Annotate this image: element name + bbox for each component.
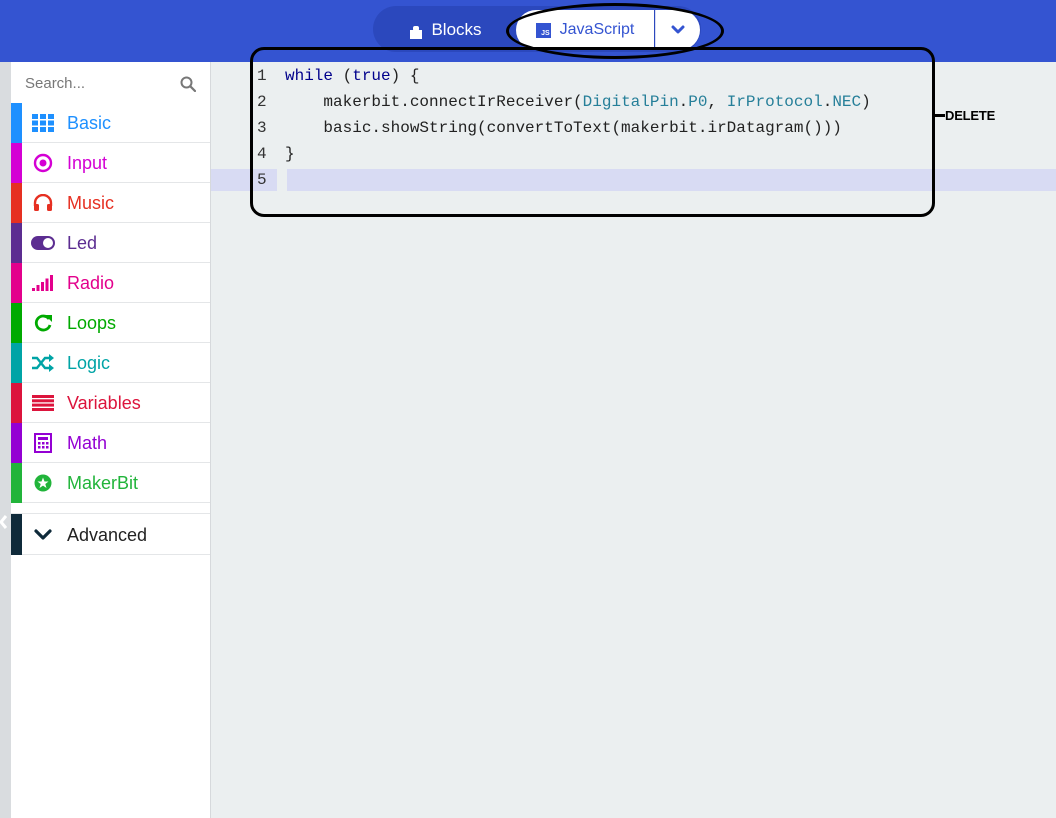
category-radio[interactable]: Radio	[11, 263, 210, 303]
signal-bars-icon	[31, 273, 55, 293]
language-dropdown-button[interactable]	[655, 10, 700, 50]
category-color-bar	[11, 423, 22, 463]
calculator-icon	[31, 433, 55, 453]
category-color-bar	[11, 514, 22, 555]
category-label: Music	[67, 193, 115, 213]
list-lines-icon	[31, 393, 55, 413]
refresh-icon	[31, 313, 55, 333]
category-label: Variables	[67, 393, 141, 413]
code-line-3[interactable]: basic.showString(convertToText(makerbit.…	[285, 115, 841, 141]
javascript-icon: JS	[535, 22, 551, 38]
category-makerbit[interactable]: MakerBit	[11, 463, 210, 503]
toolbox: Basic Input Music Led Radio Loops	[11, 62, 211, 818]
keyword-while: while	[285, 67, 334, 85]
category-label: Math	[67, 433, 108, 453]
line-number: 5	[257, 171, 267, 189]
category-logic[interactable]: Logic	[11, 343, 210, 383]
tab-blocks-label: Blocks	[431, 20, 482, 39]
category-color-bar	[11, 303, 22, 343]
category-led[interactable]: Led	[11, 223, 210, 263]
category-label: Logic	[67, 353, 111, 373]
code-token: .	[678, 93, 689, 111]
star-circle-icon	[31, 473, 55, 493]
category-color-bar	[11, 103, 22, 143]
category-variables[interactable]: Variables	[11, 383, 210, 423]
category-music[interactable]: Music	[11, 183, 210, 223]
headphones-icon	[31, 193, 55, 213]
type-token: P0	[688, 93, 708, 111]
code-token: makerbit.connectIrReceiver(	[323, 93, 583, 111]
keyword-true: true	[352, 67, 391, 85]
target-icon	[31, 153, 55, 173]
chevron-left-icon[interactable]	[0, 514, 8, 530]
category-label: Led	[67, 233, 98, 253]
line-number: 3	[257, 119, 267, 137]
line-number: 4	[257, 145, 267, 163]
type-token: IrProtocol	[726, 93, 823, 111]
toggle-icon	[31, 233, 55, 253]
tab-javascript-label: JavaScript	[559, 21, 635, 38]
category-color-bar	[11, 463, 22, 503]
annotation-connector	[935, 114, 945, 117]
category-advanced[interactable]: Advanced	[11, 514, 210, 555]
chevron-down-icon	[31, 525, 55, 545]
code-line-2[interactable]: makerbit.connectIrReceiver(DigitalPin.P0…	[285, 89, 871, 115]
js-badge-text: JS	[541, 29, 550, 37]
grid-icon	[31, 113, 55, 133]
category-color-bar	[11, 143, 22, 183]
category-color-bar	[11, 383, 22, 423]
category-label: Input	[67, 153, 108, 173]
category-loops[interactable]: Loops	[11, 303, 210, 343]
tab-blocks[interactable]: Blocks	[382, 10, 510, 50]
toolbox-search	[11, 64, 210, 102]
search-icon[interactable]	[180, 76, 196, 92]
annotation-delete-label: DELETE	[945, 108, 996, 123]
line-number: 2	[257, 93, 267, 111]
code-editor[interactable]: 1 2 3 4 5 while (true) { makerbit.connec…	[211, 62, 1056, 818]
code-line-1[interactable]: while (true) {	[285, 63, 419, 89]
line-number: 1	[257, 67, 267, 85]
current-line-highlight	[287, 169, 1056, 191]
code-line-4[interactable]: }	[285, 141, 295, 167]
code-token: )	[861, 93, 871, 111]
category-math[interactable]: Math	[11, 423, 210, 463]
search-input[interactable]	[25, 72, 175, 94]
tab-javascript[interactable]: JS JavaScript	[516, 10, 654, 50]
toolbox-divider	[11, 507, 210, 514]
category-label: Basic	[67, 113, 112, 133]
type-token: NEC	[832, 93, 862, 111]
category-label: Radio	[67, 273, 115, 293]
shuffle-icon	[31, 353, 55, 373]
puzzle-piece-icon	[410, 24, 423, 39]
category-label: MakerBit	[67, 473, 139, 493]
category-color-bar	[11, 223, 22, 263]
category-input[interactable]: Input	[11, 143, 210, 183]
category-label: Loops	[67, 313, 117, 333]
category-label: Advanced	[67, 525, 148, 545]
top-header-bar: Blocks JS JavaScript	[0, 0, 1056, 62]
category-color-bar	[11, 343, 22, 383]
category-basic[interactable]: Basic	[11, 103, 210, 143]
code-token: .	[822, 93, 833, 111]
chevron-down-icon	[671, 25, 685, 34]
category-color-bar	[11, 183, 22, 223]
category-color-bar	[11, 263, 22, 303]
code-token: ) {	[390, 67, 420, 85]
workspace-edge-strip	[0, 62, 11, 818]
code-token: (	[333, 67, 353, 85]
type-token: DigitalPin	[582, 93, 679, 111]
code-token: ,	[707, 93, 727, 111]
